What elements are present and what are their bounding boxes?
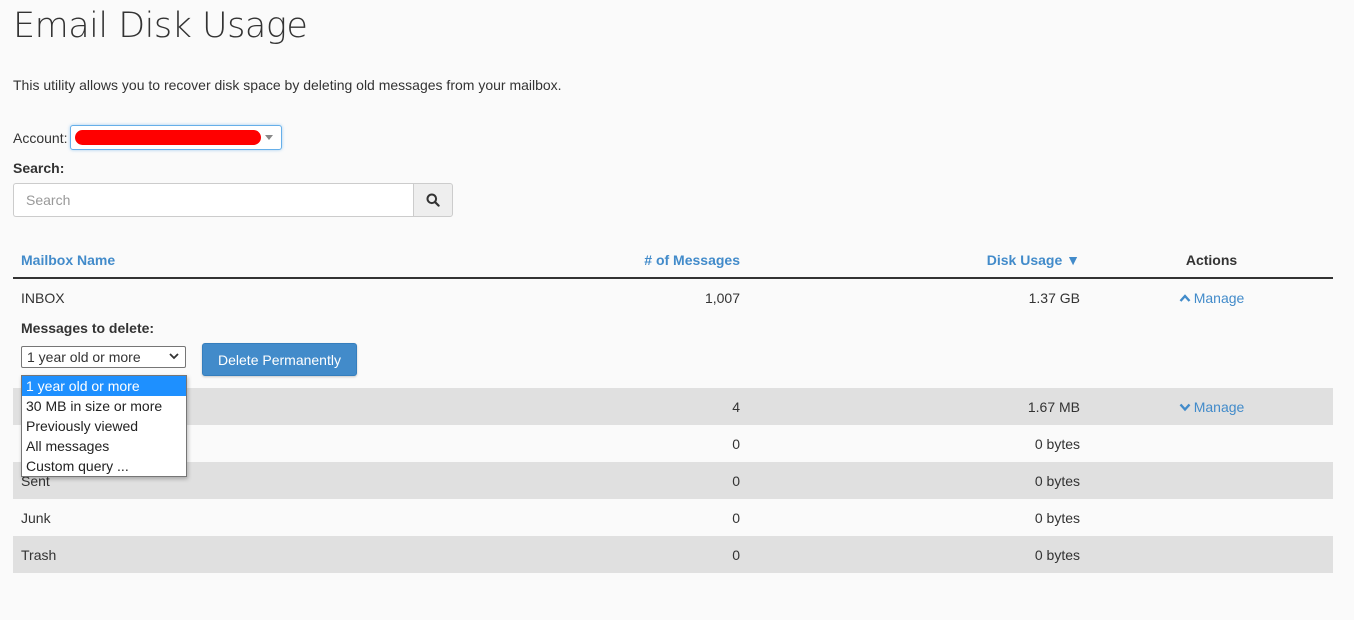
table-row: 0 0 bytes [13, 425, 1333, 462]
table-row: Junk 0 0 bytes [13, 499, 1333, 536]
disk-usage: 1.37 GB [1028, 289, 1080, 306]
manage-link[interactable]: Manage [1179, 289, 1245, 306]
messages-to-delete-select[interactable]: 1 year old or more [21, 346, 186, 368]
manage-label: Manage [1193, 289, 1245, 306]
dropdown-option[interactable]: 30 MB in size or more [22, 396, 186, 416]
dropdown-option[interactable]: Custom query ... [22, 456, 186, 476]
table-row: Sent 0 0 bytes [13, 462, 1333, 499]
header-mailbox-name[interactable]: Mailbox Name [13, 243, 471, 279]
header-disk-usage[interactable]: Disk Usage ▼ [750, 243, 1090, 279]
manage-label: Manage [1193, 398, 1245, 415]
dropdown-option[interactable]: Previously viewed [22, 416, 186, 436]
account-select[interactable] [70, 125, 283, 150]
table-row: INBOX 1,007 1.37 GB Manage [13, 278, 1333, 316]
select-value: 1 year old or more [27, 349, 141, 365]
disk-usage: 1.67 MB [750, 388, 1090, 425]
search-group [13, 183, 453, 217]
search-button[interactable] [413, 183, 453, 217]
actions-cell: Manage [1090, 388, 1333, 425]
table-row: 4 1.67 MB Manage [13, 388, 1333, 425]
message-count: 0 [471, 536, 750, 573]
actions-cell [1090, 499, 1333, 536]
search-icon [426, 193, 440, 207]
page-title: Email Disk Usage [13, 6, 308, 46]
manage-link[interactable]: Manage [1179, 398, 1245, 415]
mailbox-table: Mailbox Name # of Messages Disk Usage ▼ … [13, 243, 1333, 573]
account-label: Account: [13, 129, 68, 146]
table-row: Trash 0 0 bytes [13, 536, 1333, 573]
header-messages[interactable]: # of Messages [471, 243, 750, 279]
disk-usage: 0 bytes [1034, 509, 1080, 526]
actions-cell [1090, 425, 1333, 462]
sort-desc-icon: ▼ [1066, 252, 1080, 268]
messages-to-delete-options: 1 year old or more 30 MB in size or more… [21, 375, 187, 477]
manage-panel-row: Messages to delete: 1 year old or more D… [13, 316, 1333, 388]
message-count: 0 [732, 435, 740, 452]
disk-usage: 0 bytes [750, 536, 1090, 573]
chevron-up-icon [1179, 293, 1191, 302]
page-description: This utility allows you to recover disk … [13, 77, 562, 93]
message-count: 4 [471, 388, 750, 425]
mailbox-name: Trash [13, 536, 471, 573]
chevron-down-icon [169, 353, 179, 360]
dropdown-option[interactable]: 1 year old or more [22, 376, 186, 396]
message-count: 0 [732, 509, 740, 526]
message-count: 0 [471, 462, 750, 499]
mailbox-name: Junk [21, 509, 51, 526]
dropdown-option[interactable]: All messages [22, 436, 186, 456]
disk-usage: 0 bytes [1034, 435, 1080, 452]
account-redacted-value [75, 130, 262, 145]
manage-panel: Messages to delete: 1 year old or more D… [13, 316, 1333, 388]
search-label: Search: [13, 160, 65, 176]
header-disk-usage-label: Disk Usage [986, 252, 1063, 268]
actions-cell [1090, 536, 1333, 573]
caret-down-icon [265, 135, 274, 140]
chevron-down-icon [1179, 403, 1191, 411]
account-row: Account: [13, 125, 283, 150]
mailbox-name: INBOX [21, 289, 65, 306]
delete-permanently-button[interactable]: Delete Permanently [202, 343, 357, 376]
actions-cell: Manage [1090, 278, 1333, 316]
messages-to-delete-label: Messages to delete: [21, 320, 155, 336]
search-input[interactable] [13, 183, 413, 217]
table-header-row: Mailbox Name # of Messages Disk Usage ▼ … [13, 243, 1333, 279]
message-count: 1,007 [704, 289, 740, 306]
actions-cell [1090, 462, 1333, 499]
disk-usage: 0 bytes [750, 462, 1090, 499]
header-actions: Actions [1090, 243, 1333, 279]
